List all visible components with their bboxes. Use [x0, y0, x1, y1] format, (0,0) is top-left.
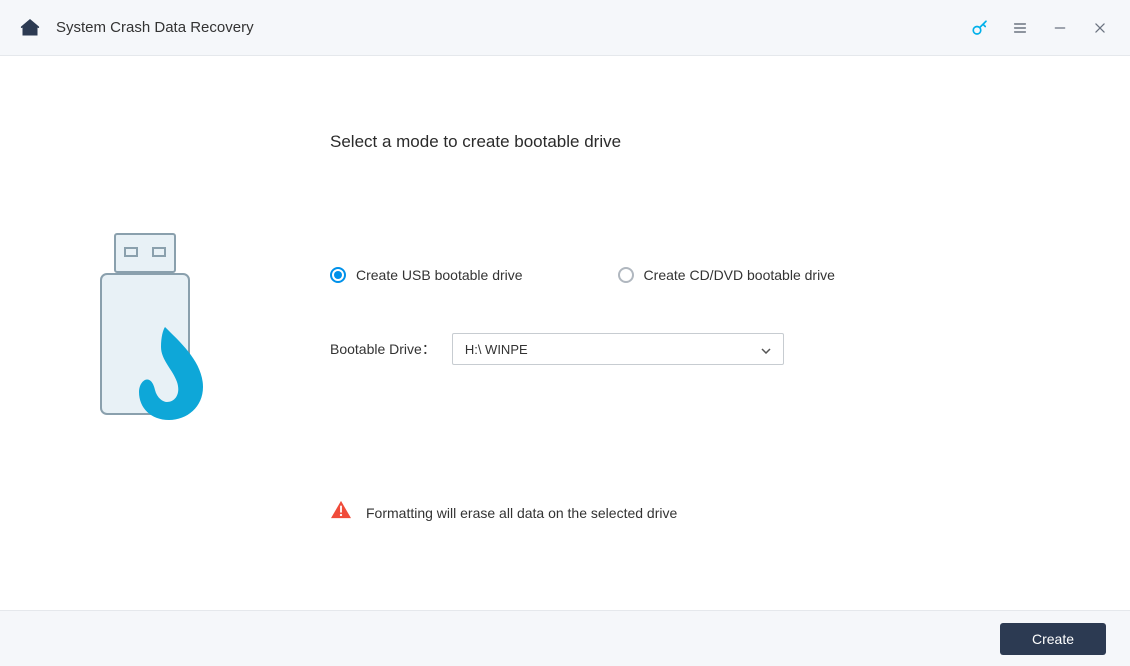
bootable-drive-select[interactable]: H:\ WINPE	[452, 333, 784, 365]
illustration-panel	[0, 132, 290, 610]
radio-cd-circle	[618, 267, 634, 283]
titlebar-right	[970, 18, 1110, 38]
page-title: System Crash Data Recovery	[56, 19, 254, 36]
mode-radio-group: Create USB bootable drive Create CD/DVD …	[330, 267, 1070, 283]
titlebar-left: System Crash Data Recovery	[20, 18, 254, 38]
warning-text: Formatting will erase all data on the se…	[366, 505, 677, 521]
create-button[interactable]: Create	[1000, 623, 1106, 655]
chevron-down-icon	[761, 342, 771, 357]
radio-cd[interactable]: Create CD/DVD bootable drive	[618, 267, 835, 283]
key-icon[interactable]	[970, 18, 990, 38]
footer: Create	[0, 610, 1130, 666]
radio-usb-circle	[330, 267, 346, 283]
menu-icon[interactable]	[1010, 18, 1030, 38]
radio-usb-label: Create USB bootable drive	[356, 267, 523, 283]
minimize-icon[interactable]	[1050, 18, 1070, 38]
usb-flame-icon	[85, 232, 205, 427]
bootable-drive-label: Bootable Drive：	[330, 339, 436, 359]
radio-usb[interactable]: Create USB bootable drive	[330, 267, 523, 283]
home-icon[interactable]	[20, 18, 40, 38]
main-heading: Select a mode to create bootable drive	[330, 132, 1070, 152]
main-panel: Select a mode to create bootable drive C…	[290, 132, 1130, 610]
close-icon[interactable]	[1090, 18, 1110, 38]
warning-row: Formatting will erase all data on the se…	[330, 500, 1070, 525]
radio-cd-label: Create CD/DVD bootable drive	[644, 267, 835, 283]
titlebar: System Crash Data Recovery	[0, 0, 1130, 56]
warning-triangle-icon	[330, 500, 352, 525]
content-area: Select a mode to create bootable drive C…	[0, 56, 1130, 610]
bootable-drive-row: Bootable Drive： H:\ WINPE	[330, 333, 1070, 365]
bootable-drive-value: H:\ WINPE	[465, 342, 528, 357]
